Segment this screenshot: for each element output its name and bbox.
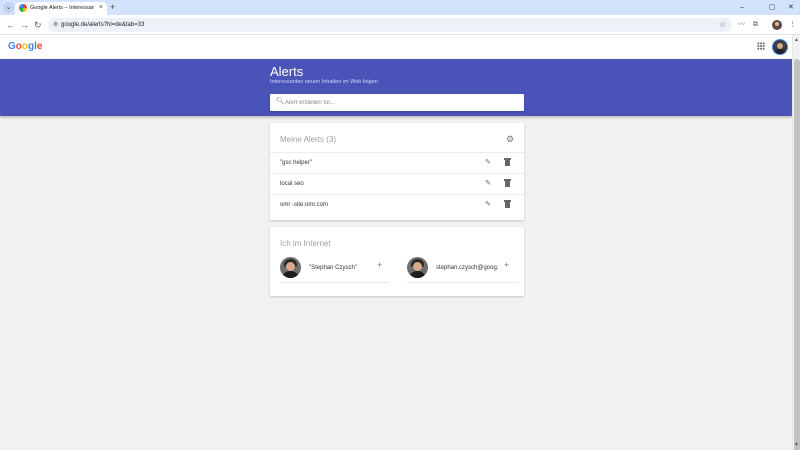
alerts-banner: Alerts Interessanten neuen Inhalten im W…: [0, 59, 792, 116]
me-on-web-card: Ich im Internet "Stephan Czysch" + steph…: [270, 227, 524, 296]
extension-chart-icon[interactable]: 〰: [738, 19, 745, 31]
maximize-button[interactable]: ▢: [769, 2, 776, 13]
trash-icon[interactable]: [504, 158, 511, 166]
page-subtitle: Interessanten neuen Inhalten im Web folg…: [270, 79, 378, 85]
plus-icon[interactable]: +: [504, 260, 509, 270]
person-avatar: [280, 257, 301, 278]
alert-label[interactable]: "gsc helper": [280, 159, 312, 167]
gear-icon[interactable]: ⚙: [506, 134, 514, 145]
extensions-puzzle-icon[interactable]: ⧉: [753, 19, 758, 31]
reload-icon[interactable]: ↻: [34, 19, 42, 31]
address-url[interactable]: google.de/alerts?hl=de&tab=33: [61, 20, 144, 30]
account-avatar[interactable]: [772, 39, 788, 55]
browser-menu-icon[interactable]: ⋮: [789, 19, 796, 31]
person-email: stephan.czysch@goog...: [436, 265, 498, 271]
site-info-icon[interactable]: ⚙: [53, 20, 58, 30]
plus-icon[interactable]: +: [377, 260, 382, 270]
tab-close-icon[interactable]: ×: [99, 3, 103, 13]
my-alerts-card: Meine Alerts (3) ⚙ "gsc helper" ✎ local …: [270, 123, 524, 220]
back-arrow-icon[interactable]: ←: [6, 19, 15, 31]
search-icon: 🔍︎: [276, 98, 285, 105]
my-alerts-title: Meine Alerts (3): [280, 135, 337, 144]
pencil-icon[interactable]: ✎: [485, 178, 491, 190]
tab-title: Google Alerts – Interessanten n: [30, 5, 94, 11]
trash-icon[interactable]: [504, 179, 511, 187]
address-bar[interactable]: ⚙ google.de/alerts?hl=de&tab=33 ☆: [48, 18, 732, 32]
google-favicon-icon: [19, 4, 27, 12]
page-title: Alerts: [270, 64, 304, 79]
forward-arrow-icon[interactable]: →: [20, 19, 29, 31]
scroll-up-icon[interactable]: ▲: [794, 37, 799, 43]
person-avatar: [407, 257, 428, 278]
pencil-icon[interactable]: ✎: [485, 157, 491, 169]
close-window-button[interactable]: ✕: [788, 2, 794, 13]
tab-list-button[interactable]: ⌄: [3, 2, 14, 13]
minimize-button[interactable]: –: [740, 2, 744, 13]
person-suggestion[interactable]: stephan.czysch@goog... +: [407, 257, 517, 283]
scroll-thumb[interactable]: [794, 59, 800, 450]
create-alert-input[interactable]: [285, 96, 515, 109]
me-on-web-title: Ich im Internet: [280, 239, 331, 248]
bookmark-star-icon[interactable]: ☆: [719, 19, 726, 31]
page-scrollbar[interactable]: ▲ ▼: [792, 35, 800, 450]
browser-toolbar: ← → ↻ ⚙ google.de/alerts?hl=de&tab=33 ☆ …: [0, 15, 800, 35]
apps-grid-icon[interactable]: [757, 42, 765, 50]
trash-icon[interactable]: [504, 200, 511, 208]
alert-row[interactable]: local seo ✎: [270, 173, 524, 194]
alert-label[interactable]: omr -site:omr.com: [280, 201, 328, 209]
page-header: Google: [0, 35, 792, 59]
browser-tab[interactable]: Google Alerts – Interessanten n ×: [15, 2, 107, 15]
person-name: "Stephan Czysch": [309, 265, 357, 271]
create-alert-box[interactable]: 🔍︎: [270, 94, 524, 111]
alert-row[interactable]: omr -site:omr.com ✎: [270, 194, 524, 215]
alert-row[interactable]: "gsc helper" ✎: [270, 152, 524, 173]
browser-tabstrip: ⌄ Google Alerts – Interessanten n × + – …: [0, 0, 800, 15]
browser-profile-avatar[interactable]: [772, 20, 782, 30]
pencil-icon[interactable]: ✎: [485, 199, 491, 211]
new-tab-button[interactable]: +: [110, 2, 115, 13]
person-suggestion[interactable]: "Stephan Czysch" +: [280, 257, 390, 283]
google-logo[interactable]: Google: [8, 41, 42, 53]
alert-label[interactable]: local seo: [280, 180, 304, 188]
scroll-down-icon[interactable]: ▼: [794, 442, 799, 448]
